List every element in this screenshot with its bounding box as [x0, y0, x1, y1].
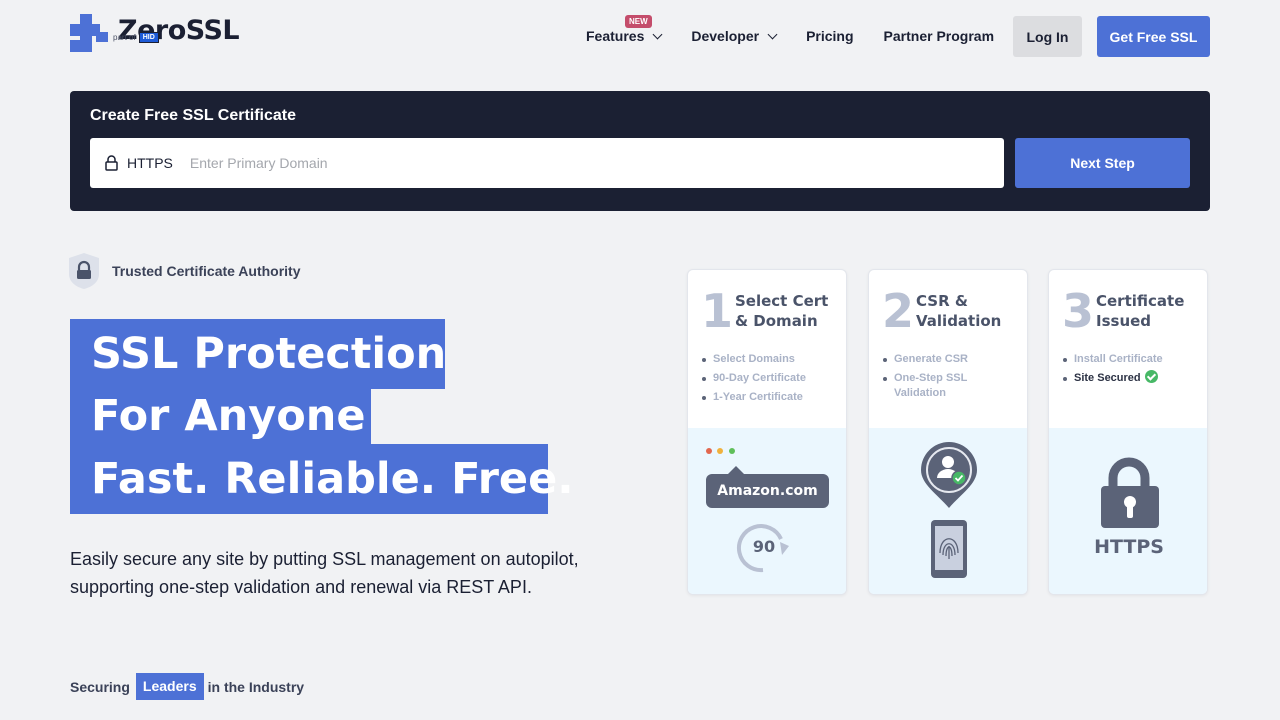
list-item-site-secured: Site Secured: [1062, 369, 1163, 388]
list-item: Install Certificate: [1062, 350, 1163, 369]
step-card-3: 3 Certificate Issued Install Certificate…: [1048, 269, 1208, 595]
headline-line-3: Fast. Reliable. Free.: [70, 444, 574, 514]
padlock-icon: [1101, 457, 1159, 528]
shield-lock-icon: [68, 252, 100, 290]
step-title: CSR & Validation: [916, 292, 1002, 330]
create-title: Create Free SSL Certificate: [90, 107, 297, 124]
primary-domain-input[interactable]: [189, 155, 890, 171]
step-number: 2: [882, 284, 915, 338]
domain-input-box[interactable]: HTTPS: [90, 138, 1004, 188]
step-title: Certificate Issued: [1096, 292, 1185, 330]
logo-cross-icon: [70, 14, 108, 52]
step-items: Generate CSR One-Step SSL Validation: [882, 350, 1022, 401]
browser-dots-icon: [706, 448, 829, 573]
https-label: HTTPS: [1094, 536, 1164, 558]
step-number: 3: [1062, 284, 1095, 338]
step-title: Select Cert & Domain: [735, 292, 829, 330]
step-card-2: 2 CSR & Validation Generate CSR One-Step…: [868, 269, 1028, 595]
trusted-label: Trusted Certificate Authority: [112, 263, 301, 279]
step-items: Select Domains 90-Day Certificate 1-Year…: [701, 350, 806, 407]
main-nav: NEW Features Developer Pricing Partner P…: [586, 15, 994, 56]
next-step-button[interactable]: Next Step: [1015, 138, 1190, 188]
leaders-highlight: Leaders: [135, 673, 204, 700]
headline-line-1: SSL Protection: [70, 319, 446, 389]
chevron-down-icon: [767, 29, 778, 39]
step-2-illustration: [869, 428, 1027, 594]
list-item: One-Step SSL Validation: [882, 369, 982, 401]
step-1-illustration: Amazon.com 90: [688, 428, 846, 594]
days-label: 90: [752, 537, 776, 556]
list-item: 90-Day Certificate: [701, 369, 806, 388]
step-card-1: 1 Select Cert & Domain Select Domains 90…: [687, 269, 847, 595]
hid-brand: HID: [138, 32, 159, 43]
securing-leaders: Securing Leaders in the Industry: [70, 673, 304, 700]
step-3-illustration: HTTPS: [1049, 428, 1207, 594]
chevron-down-icon: [652, 29, 663, 39]
protocol-label: HTTPS: [127, 155, 173, 171]
domain-example-label: Amazon.com: [717, 483, 818, 499]
step-items: Install Certificate Site Secured: [1062, 350, 1163, 388]
list-item: Select Domains: [701, 350, 806, 369]
hero-description: Easily secure any site by putting SSL ma…: [70, 549, 579, 597]
fingerprint-phone-icon: [921, 442, 977, 578]
new-badge: NEW: [625, 15, 652, 28]
headline-line-2: For Anyone: [70, 383, 371, 445]
nav-developer[interactable]: Developer: [691, 28, 778, 44]
create-certificate-panel: Create Free SSL Certificate HTTPS Next S…: [70, 91, 1210, 211]
step-number: 1: [701, 284, 734, 338]
list-item: Generate CSR: [882, 350, 1022, 369]
nav-features[interactable]: NEW Features: [586, 15, 663, 44]
logo-subtitle: part of HID: [113, 32, 159, 43]
trusted-ca: Trusted Certificate Authority: [68, 252, 301, 290]
login-button[interactable]: Log In: [1013, 16, 1082, 57]
nav-partner-program[interactable]: Partner Program: [884, 28, 994, 44]
list-item: 1-Year Certificate: [701, 388, 806, 407]
nav-pricing[interactable]: Pricing: [806, 28, 853, 44]
get-free-ssl-button[interactable]: Get Free SSL: [1097, 16, 1210, 57]
check-icon: [1144, 370, 1158, 383]
lock-icon: [105, 155, 118, 171]
